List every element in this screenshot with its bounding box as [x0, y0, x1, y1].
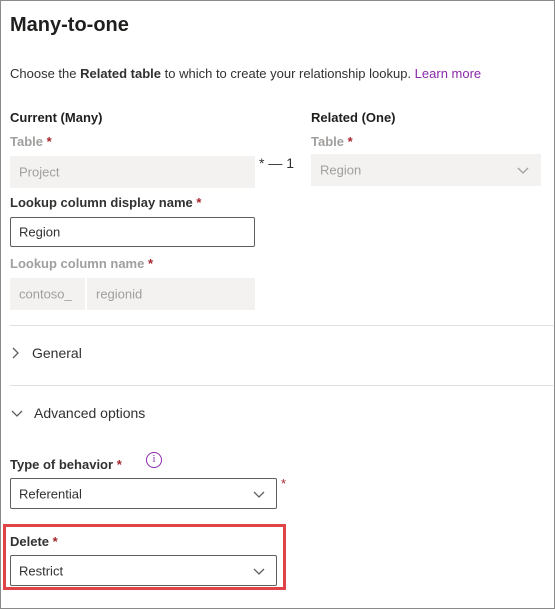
- delete-label: Delete *: [10, 534, 58, 549]
- learn-more-link[interactable]: Learn more: [415, 66, 481, 81]
- lookup-column-name-field: regionid: [87, 278, 255, 310]
- lookup-column-name-value: regionid: [96, 286, 143, 302]
- current-table-label: Table *: [10, 134, 52, 149]
- divider: [10, 385, 553, 386]
- advanced-options-toggle[interactable]: Advanced options: [10, 405, 145, 421]
- advanced-options-label: Advanced options: [34, 405, 146, 421]
- delete-dropdown[interactable]: Restrict: [10, 555, 277, 586]
- lookup-column-prefix-value: contoso_: [19, 286, 72, 302]
- lookup-column-name-label: Lookup column name *: [10, 256, 153, 271]
- related-one-heading: Related (One): [311, 110, 396, 125]
- description-text: Choose the: [10, 66, 81, 81]
- description-bold: Related table: [80, 66, 162, 81]
- current-table-label-text: Table: [10, 134, 43, 149]
- related-table-dropdown[interactable]: Region: [311, 154, 541, 186]
- description-text-suffix: to which to create your relationship loo…: [161, 66, 415, 81]
- delete-value: Restrict: [19, 563, 64, 578]
- current-table-field: Project: [10, 156, 255, 188]
- chevron-down-icon: [517, 167, 529, 174]
- general-section-label: General: [32, 345, 82, 361]
- required-marker: *: [347, 134, 353, 149]
- cardinality-indicator: * — 1: [259, 155, 294, 171]
- lookup-display-name-label-text: Lookup column display name: [10, 195, 193, 210]
- panel-title: Many-to-one: [10, 14, 129, 36]
- delete-label-text: Delete: [10, 534, 50, 549]
- lookup-display-name-input[interactable]: Region: [10, 217, 255, 247]
- description: Choose the Related table to which to cre…: [10, 66, 481, 81]
- related-table-value: Region: [320, 162, 362, 178]
- chevron-right-icon: [12, 347, 19, 359]
- type-of-behavior-dropdown[interactable]: Referential: [10, 478, 277, 509]
- chevron-down-icon: [253, 491, 265, 498]
- divider: [10, 325, 553, 326]
- required-marker: *: [281, 476, 287, 491]
- lookup-column-name-label-text: Lookup column name: [10, 256, 145, 271]
- current-many-heading: Current (Many): [10, 110, 103, 125]
- cardinality-dash: —: [268, 155, 283, 171]
- info-icon-glyph: i: [152, 454, 156, 465]
- type-of-behavior-label-text: Type of behavior: [10, 457, 114, 472]
- chevron-down-icon: [253, 568, 265, 575]
- related-table-label: Table *: [311, 134, 353, 149]
- chevron-down-icon: [11, 410, 23, 417]
- related-table-label-text: Table: [311, 134, 344, 149]
- cardinality-many: *: [259, 155, 265, 171]
- lookup-column-prefix: contoso_: [10, 278, 85, 310]
- required-marker: *: [147, 256, 154, 271]
- type-of-behavior-label: Type of behavior *: [10, 457, 122, 472]
- lookup-display-name-label: Lookup column display name *: [10, 195, 201, 210]
- required-marker: *: [196, 195, 202, 210]
- info-icon[interactable]: i: [146, 452, 162, 468]
- general-section-toggle[interactable]: General: [10, 345, 82, 361]
- current-table-value: Project: [19, 164, 60, 180]
- required-marker: *: [116, 457, 122, 472]
- lookup-display-name-value: Region: [19, 224, 61, 240]
- required-marker: *: [46, 134, 52, 149]
- type-of-behavior-value: Referential: [19, 486, 82, 501]
- cardinality-one: 1: [286, 155, 295, 171]
- required-marker: *: [52, 534, 58, 549]
